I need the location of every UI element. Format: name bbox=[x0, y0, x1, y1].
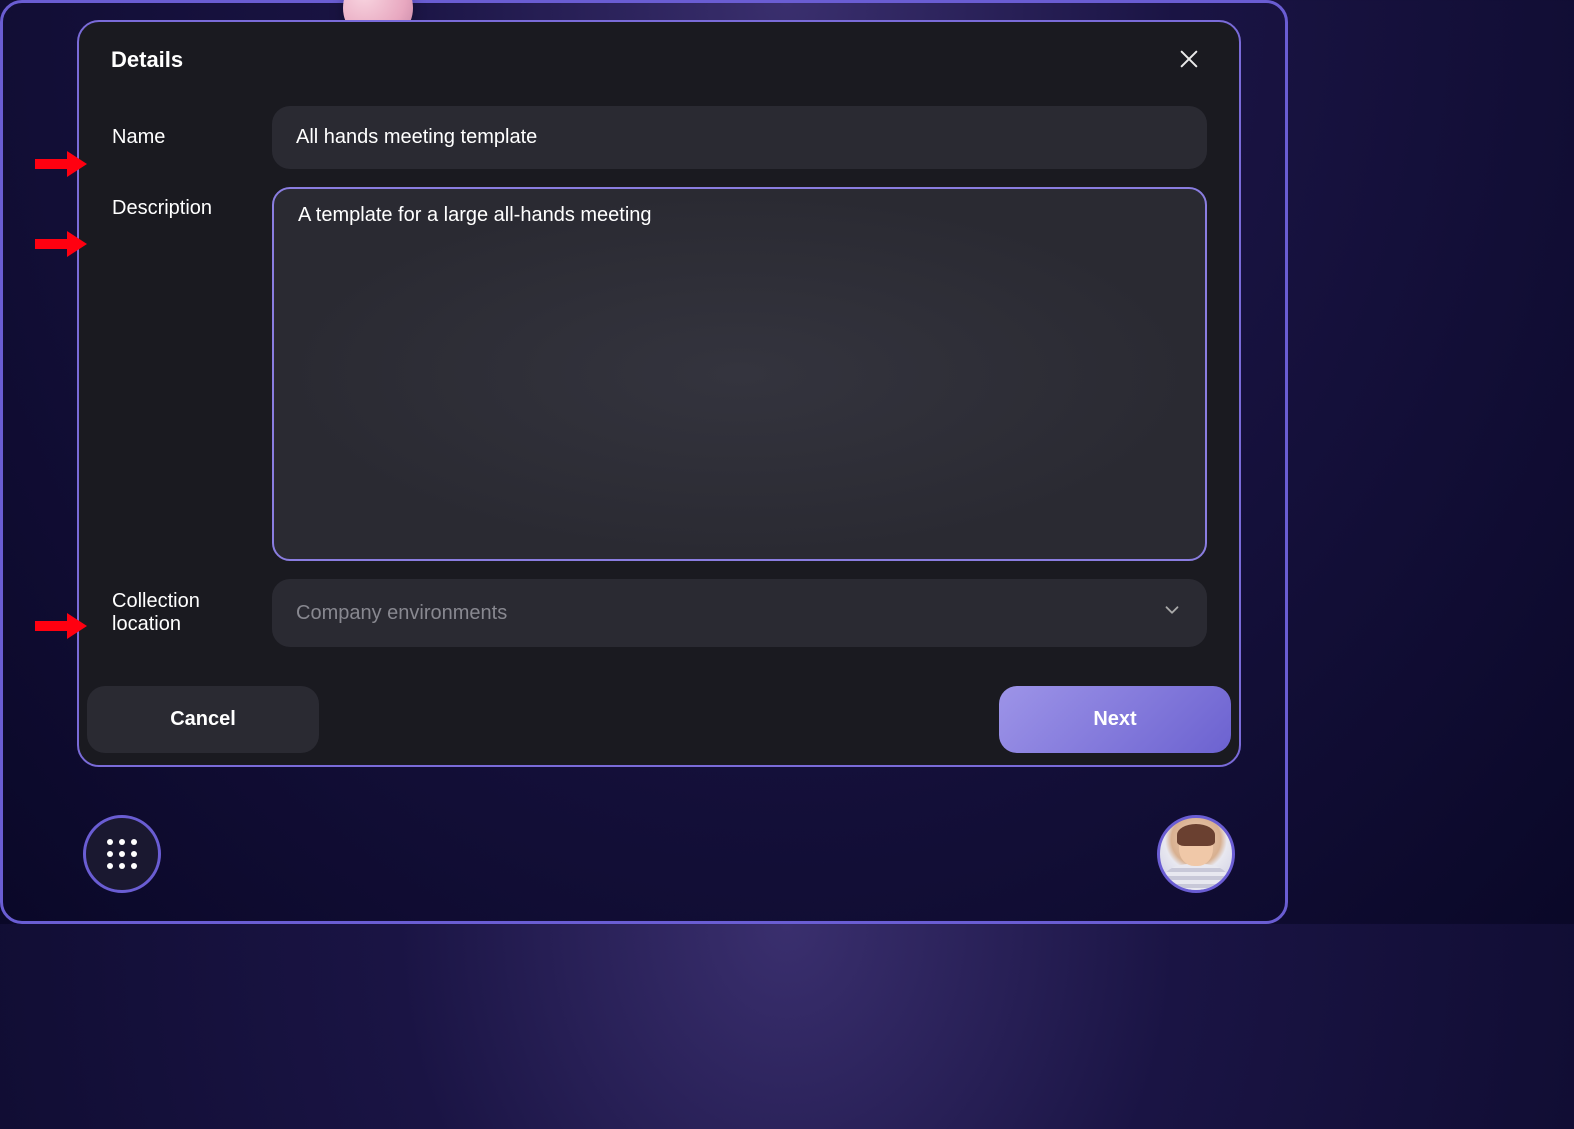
description-textarea[interactable] bbox=[274, 189, 1205, 554]
cancel-button[interactable]: Cancel bbox=[87, 686, 319, 753]
grid-dots-icon bbox=[107, 839, 137, 869]
collection-location-label: Collection location bbox=[87, 590, 272, 636]
name-label: Name bbox=[87, 126, 272, 149]
modal-footer: Cancel Next bbox=[79, 676, 1239, 765]
chevron-down-icon bbox=[1161, 599, 1183, 627]
annotation-arrow-icon bbox=[33, 149, 89, 179]
close-button[interactable] bbox=[1171, 42, 1207, 78]
avatar-icon bbox=[1160, 818, 1232, 890]
description-row: Description bbox=[87, 187, 1207, 561]
modal-header: Details bbox=[79, 22, 1239, 96]
details-modal: Details Name Description Collection l bbox=[77, 20, 1241, 767]
description-label: Description bbox=[87, 187, 272, 220]
collection-location-select[interactable]: Company environments bbox=[272, 579, 1207, 647]
app-launcher-button[interactable] bbox=[83, 815, 161, 893]
collection-location-value: Company environments bbox=[296, 602, 507, 625]
modal-body: Name Description Collection location Com… bbox=[79, 96, 1239, 676]
avatar-button[interactable] bbox=[1157, 815, 1235, 893]
name-input[interactable] bbox=[272, 106, 1207, 169]
name-row: Name bbox=[87, 106, 1207, 169]
annotation-arrow-icon bbox=[33, 229, 89, 259]
collection-location-row: Collection location Company environments bbox=[87, 579, 1207, 647]
next-button[interactable]: Next bbox=[999, 686, 1231, 753]
annotation-arrow-icon bbox=[33, 611, 89, 641]
close-icon bbox=[1178, 48, 1200, 73]
modal-title: Details bbox=[111, 47, 183, 73]
